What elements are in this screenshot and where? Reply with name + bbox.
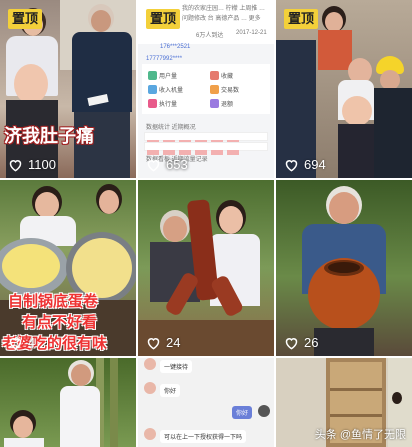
heart-outline-icon xyxy=(285,337,298,350)
chat-avatar xyxy=(258,405,270,417)
like-count: 4 xyxy=(8,335,35,350)
video-card[interactable]: 我的农家庄园… 柠檬 上周推 … 问题修改 台 高德产品 … 更多 6万人到达 … xyxy=(138,0,274,178)
app-table-title: 数据统计 近期概况 xyxy=(146,125,196,131)
chat-message: 一键接待 xyxy=(160,360,193,373)
video-card[interactable] xyxy=(0,358,136,447)
video-card[interactable]: 自制锅底蛋卷 有点不好看 老婆吃的很有味 4 xyxy=(0,180,136,356)
app-table-row xyxy=(144,132,268,145)
app-tile: 用户量 xyxy=(148,68,206,82)
video-card[interactable]: 24 xyxy=(138,180,274,356)
like-count: 24 xyxy=(146,335,180,350)
chat-screenshot: 一键接待 你好 你好 可以在上一下授权获得一下吗 xyxy=(138,358,274,447)
pinned-badge: 置顶 xyxy=(284,9,319,29)
watermark-text: 头条 @鱼情了无限 xyxy=(314,429,406,441)
chat-message: 你好 xyxy=(160,384,181,397)
app-table-row xyxy=(144,142,268,155)
chat-avatar xyxy=(144,428,156,440)
video-caption: 济我肚子痛 xyxy=(4,126,94,146)
like-count-value: 694 xyxy=(304,157,326,172)
video-grid: 置顶 济我肚子痛 1100 我的农家庄园… 柠檬 上周推 … 问题修改 台 高德… xyxy=(0,0,412,447)
app-tile: 收入机量 xyxy=(148,82,206,96)
app-member-text: 6万人到达 xyxy=(196,33,224,39)
app-tile: 交易数 xyxy=(210,82,268,96)
pinned-badge: 置顶 xyxy=(146,9,181,29)
app-header-line: 问题修改 台 高德产品 … 更多 xyxy=(182,16,261,22)
heart-outline-icon xyxy=(147,337,160,350)
like-count-value: 24 xyxy=(166,335,181,350)
like-count-value: 653 xyxy=(166,157,188,172)
heart-outline-icon xyxy=(9,159,22,172)
video-card[interactable]: 头条 @鱼情了无限 xyxy=(276,358,412,447)
video-card[interactable]: 26 xyxy=(276,180,412,356)
video-card[interactable]: 置顶 694 xyxy=(276,0,412,178)
like-count: 653 xyxy=(146,157,188,172)
app-tile: 执行量 xyxy=(148,96,206,110)
like-count-value: 4 xyxy=(28,335,36,350)
app-number: 17777992**** xyxy=(146,56,183,62)
heart-outline-icon xyxy=(147,159,160,172)
like-count: 26 xyxy=(284,335,318,350)
heart-outline-icon xyxy=(9,337,22,350)
video-caption: 自制锅底蛋卷 xyxy=(8,293,99,310)
like-count-value: 1100 xyxy=(28,157,56,172)
video-card[interactable]: 一键接待 你好 你好 可以在上一下授权获得一下吗 xyxy=(138,358,274,447)
app-tile: 退额 xyxy=(210,96,268,110)
app-header-line: 我的农家庄园… 柠檬 上周推 … xyxy=(182,6,266,12)
video-caption: 有点不好看 xyxy=(22,314,98,331)
like-count: 694 xyxy=(284,157,326,172)
chat-avatar xyxy=(144,358,156,370)
app-id: 176***2521 xyxy=(160,44,191,50)
like-count-value: 26 xyxy=(304,335,319,350)
app-tile: 收藏 xyxy=(210,68,268,82)
chat-message-self: 你好 xyxy=(232,406,253,419)
pinned-badge: 置顶 xyxy=(8,9,43,29)
chat-avatar xyxy=(144,382,156,394)
video-card[interactable]: 置顶 济我肚子痛 1100 xyxy=(0,0,136,178)
app-date: 2017-12-21 xyxy=(236,30,267,36)
chat-message: 可以在上一下授权获得一下吗 xyxy=(160,430,247,443)
like-count: 1100 xyxy=(8,157,56,172)
heart-outline-icon xyxy=(285,159,298,172)
